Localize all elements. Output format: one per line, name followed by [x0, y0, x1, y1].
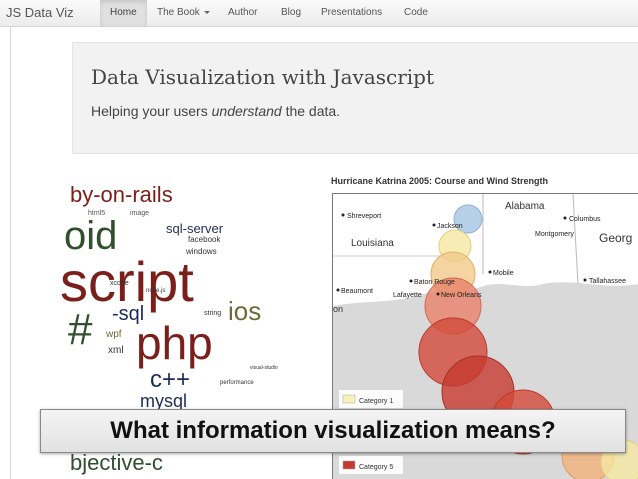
page-subtitle: Helping your users understand the data.	[91, 103, 340, 119]
nav-item-code[interactable]: Code	[394, 0, 438, 26]
city-dot	[583, 278, 587, 282]
city-dot	[436, 292, 440, 296]
nav-item-label: Author	[228, 7, 258, 18]
word-cloud-word: by-on-rails	[70, 182, 173, 207]
map-place-label: Tallahassee	[589, 278, 626, 285]
page-title: Data Visualization with Javascript	[91, 65, 435, 89]
word-cloud-word: node.js	[146, 288, 166, 294]
legend-swatch	[342, 460, 356, 470]
map-place-label: Shreveport	[347, 213, 381, 220]
map-place-label: Mobile	[493, 270, 514, 277]
map-place-label: Alabama	[505, 201, 545, 212]
nav-item-blog[interactable]: Blog	[271, 0, 311, 26]
word-cloud-word: xcode	[110, 280, 129, 287]
map-place-label: Georg	[599, 231, 632, 245]
city-dot	[563, 216, 567, 220]
word-cloud-word: xml	[108, 345, 124, 356]
tag-word-cloud: by-on-rails html5 image oid sql-server f…	[60, 170, 322, 411]
map-place-label: Montgomery	[535, 231, 574, 238]
nav-item-home[interactable]: Home	[100, 0, 147, 26]
city-dot	[336, 288, 340, 292]
word-cloud-word: wpf	[106, 329, 122, 340]
nav-item-the-book[interactable]: The Book	[147, 0, 220, 26]
word-cloud-word: performance	[220, 380, 254, 386]
nav-item-label: Home	[110, 7, 137, 18]
subtitle-text: Helping your users	[91, 103, 212, 119]
word-cloud-word: visual-studio	[250, 365, 278, 371]
word-cloud-word: c++	[150, 366, 191, 393]
legend-label: Category 1	[359, 398, 393, 405]
nav-item-label: Presentations	[321, 7, 383, 18]
page-edge-divider	[10, 27, 11, 479]
nav-item-label: The Book	[157, 7, 200, 18]
map-place-label: Baton Rouge	[414, 279, 455, 286]
word-cloud-word: php	[136, 317, 213, 369]
map-place-label: Beaumont	[341, 288, 373, 295]
caption-banner: What information visualization means?	[40, 409, 626, 453]
word-cloud-word: facebook	[188, 235, 221, 244]
city-dot	[409, 279, 413, 283]
word-cloud-word: ios	[228, 296, 262, 326]
word-cloud-word: sql-server	[166, 221, 224, 236]
caret-down-icon	[203, 10, 210, 14]
word-cloud-word: bjective-c	[70, 450, 163, 475]
brand-link[interactable]: JS Data Viz	[6, 5, 74, 20]
word-cloud-word: mysql	[140, 391, 188, 410]
city-dot	[341, 213, 345, 217]
city-dot	[432, 223, 436, 227]
caption-text: What information visualization means?	[110, 417, 556, 444]
map-place-label: on	[333, 304, 343, 314]
city-dot	[488, 270, 492, 274]
map-place-label: Columbus	[569, 216, 601, 223]
map-place-label: Lafayette	[393, 292, 422, 299]
nav-item-label: Blog	[281, 7, 302, 18]
legend-swatch	[342, 394, 356, 404]
subtitle-text-end: the data.	[281, 103, 341, 119]
word-cloud-word: image	[130, 210, 150, 217]
nav-item-presentations[interactable]: Presentations	[311, 0, 392, 26]
jumbotron: Data Visualization with Javascript Helpi…	[72, 42, 638, 154]
map-title: Hurricane Katrina 2005: Course and Wind …	[331, 176, 548, 186]
subtitle-emphasis: understand	[211, 103, 282, 119]
word-cloud-word: string	[204, 310, 222, 317]
map-place-label: New Orleans	[441, 292, 482, 299]
word-cloud-word: #	[68, 305, 93, 354]
nav-item-author[interactable]: Author	[218, 0, 267, 26]
map-place-label: Jackson	[437, 223, 463, 230]
navbar: JS Data Viz Home The Book Author Blog Pr…	[0, 0, 638, 27]
legend-label: Category 5	[359, 464, 393, 471]
map-place-label: Louisiana	[351, 238, 394, 249]
nav-item-label: Code	[404, 7, 428, 18]
